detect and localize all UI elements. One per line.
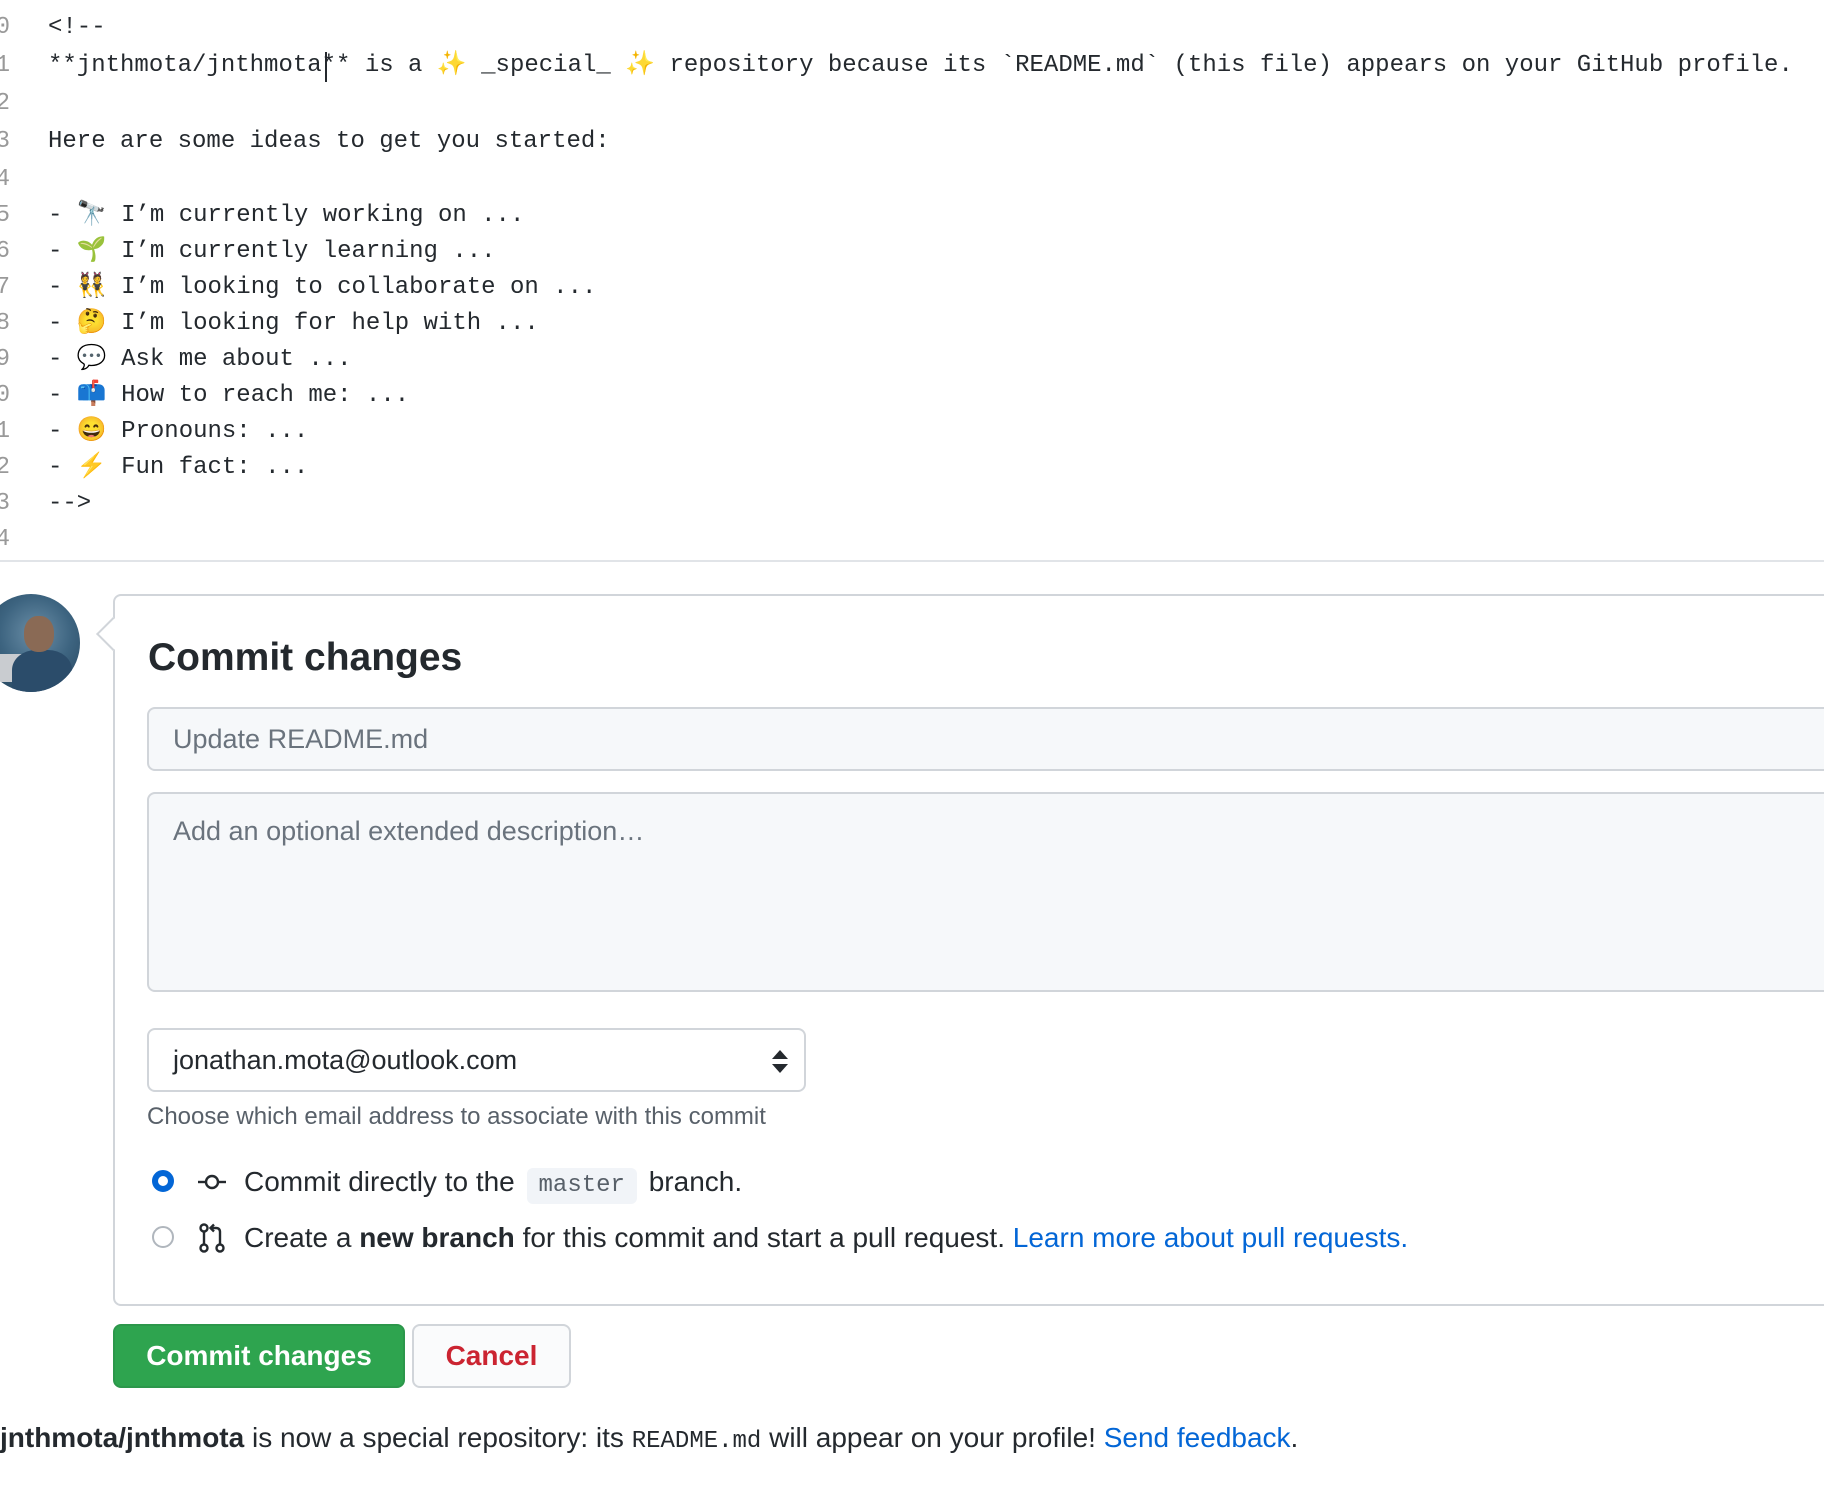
code-line: 0 - 📫 How to reach me: ... xyxy=(0,378,1824,414)
avatar-shirt xyxy=(12,650,72,692)
select-arrows-icon xyxy=(772,1050,788,1074)
notice-text-2: will appear on your profile! xyxy=(769,1422,1096,1453)
code-text[interactable]: - 💬 Ask me about ... xyxy=(48,342,352,378)
code-text[interactable]: - ⚡ Fun fact: ... xyxy=(48,450,308,486)
commit-direct-suffix: branch. xyxy=(648,1166,743,1197)
readme-filename: README.md xyxy=(631,1428,762,1455)
code-text[interactable]: Here are some ideas to get you started: xyxy=(48,124,610,160)
commit-changes-button[interactable]: Commit changes xyxy=(113,1324,405,1388)
line-number: 4 xyxy=(0,526,10,553)
radio-new-branch[interactable] xyxy=(152,1226,174,1248)
line-number: 5 xyxy=(0,202,10,229)
code-line: 3 --> xyxy=(0,486,1824,522)
avatar-face xyxy=(24,616,54,652)
code-line: 4 xyxy=(0,162,1824,198)
repo-name: jnthmota/jnthmota xyxy=(0,1422,245,1453)
code-text[interactable]: - 👯 I’m looking to collaborate on ... xyxy=(48,270,596,306)
code-line: 9 - 💬 Ask me about ... xyxy=(0,342,1824,378)
text-cursor xyxy=(325,52,327,82)
code-editor[interactable]: 0 <!-- 1 **jnthmota/jnthmota** is a ✨ _s… xyxy=(0,0,1824,560)
new-branch-prefix: Create a xyxy=(244,1222,352,1253)
line-number: 7 xyxy=(0,274,10,301)
commit-direct-label: Commit directly to the master branch. xyxy=(244,1162,742,1204)
email-note: Choose which email address to associate … xyxy=(147,1103,766,1130)
line-number: 2 xyxy=(0,454,10,481)
line-number: 9 xyxy=(0,346,10,373)
code-text[interactable]: - 📫 How to reach me: ... xyxy=(48,378,409,414)
branch-name: master xyxy=(526,1168,637,1204)
code-line: 1 - 😄 Pronouns: ... xyxy=(0,414,1824,450)
special-repo-notice: jnthmota/jnthmota is now a special repos… xyxy=(0,1422,1298,1455)
line-number: 1 xyxy=(0,52,10,79)
new-branch-bold: new branch xyxy=(359,1222,515,1253)
code-text[interactable]: --> xyxy=(48,486,91,522)
line-number: 2 xyxy=(0,90,10,117)
code-text[interactable]: - 🌱 I’m currently learning ... xyxy=(48,234,496,270)
code-text[interactable]: - 🔭 I’m currently working on ... xyxy=(48,198,524,234)
line-number: 1 xyxy=(0,418,10,445)
commit-summary-input[interactable] xyxy=(147,707,1824,771)
email-select-value: jonathan.mota@outlook.com xyxy=(173,1045,518,1075)
line-number: 3 xyxy=(0,490,10,517)
git-pull-request-icon xyxy=(199,1223,225,1253)
code-text[interactable]: **jnthmota/jnthmota** is a ✨ _special_ ✨… xyxy=(48,48,1793,84)
line-number: 3 xyxy=(0,128,10,155)
code-text[interactable]: <!-- xyxy=(48,10,106,46)
commit-description-input[interactable] xyxy=(147,792,1824,992)
line-number: 0 xyxy=(0,382,10,409)
code-line: 7 - 👯 I’m looking to collaborate on ... xyxy=(0,270,1824,306)
line-number: 6 xyxy=(0,238,10,265)
pull-requests-link[interactable]: Learn more about pull requests. xyxy=(1013,1222,1408,1253)
code-line: 5 - 🔭 I’m currently working on ... xyxy=(0,198,1824,234)
code-text[interactable]: - 🤔 I’m looking for help with ... xyxy=(48,306,539,342)
code-line: 2 xyxy=(0,86,1824,122)
cancel-button[interactable]: Cancel xyxy=(412,1324,571,1388)
code-text[interactable]: - 😄 Pronouns: ... xyxy=(48,414,308,450)
code-line: 8 - 🤔 I’m looking for help with ... xyxy=(0,306,1824,342)
avatar xyxy=(0,594,80,692)
new-branch-suffix: for this commit and start a pull request… xyxy=(522,1222,1005,1253)
line-number: 4 xyxy=(0,166,10,193)
commit-direct-prefix: Commit directly to the xyxy=(244,1166,515,1197)
code-line: 6 - 🌱 I’m currently learning ... xyxy=(0,234,1824,270)
notice-period: . xyxy=(1290,1422,1299,1453)
send-feedback-link[interactable]: Send feedback xyxy=(1104,1422,1291,1453)
editor-divider xyxy=(0,560,1824,562)
new-branch-label: Create a new branch for this commit and … xyxy=(244,1218,1408,1258)
code-line: 0 <!-- xyxy=(0,10,1824,46)
email-select[interactable]: jonathan.mota@outlook.com xyxy=(147,1028,806,1092)
notice-text-1: is now a special repository: its xyxy=(251,1422,624,1453)
line-number: 0 xyxy=(0,14,10,41)
code-line: 2 - ⚡ Fun fact: ... xyxy=(0,450,1824,486)
radio-commit-direct[interactable] xyxy=(152,1170,174,1192)
commit-title: Commit changes xyxy=(148,636,463,679)
code-line: 1 **jnthmota/jnthmota** is a ✨ _special_… xyxy=(0,48,1824,84)
git-commit-icon xyxy=(198,1174,226,1190)
line-number: 8 xyxy=(0,310,10,337)
code-line: 4 xyxy=(0,522,1824,558)
code-line: 3 Here are some ideas to get you started… xyxy=(0,124,1824,160)
